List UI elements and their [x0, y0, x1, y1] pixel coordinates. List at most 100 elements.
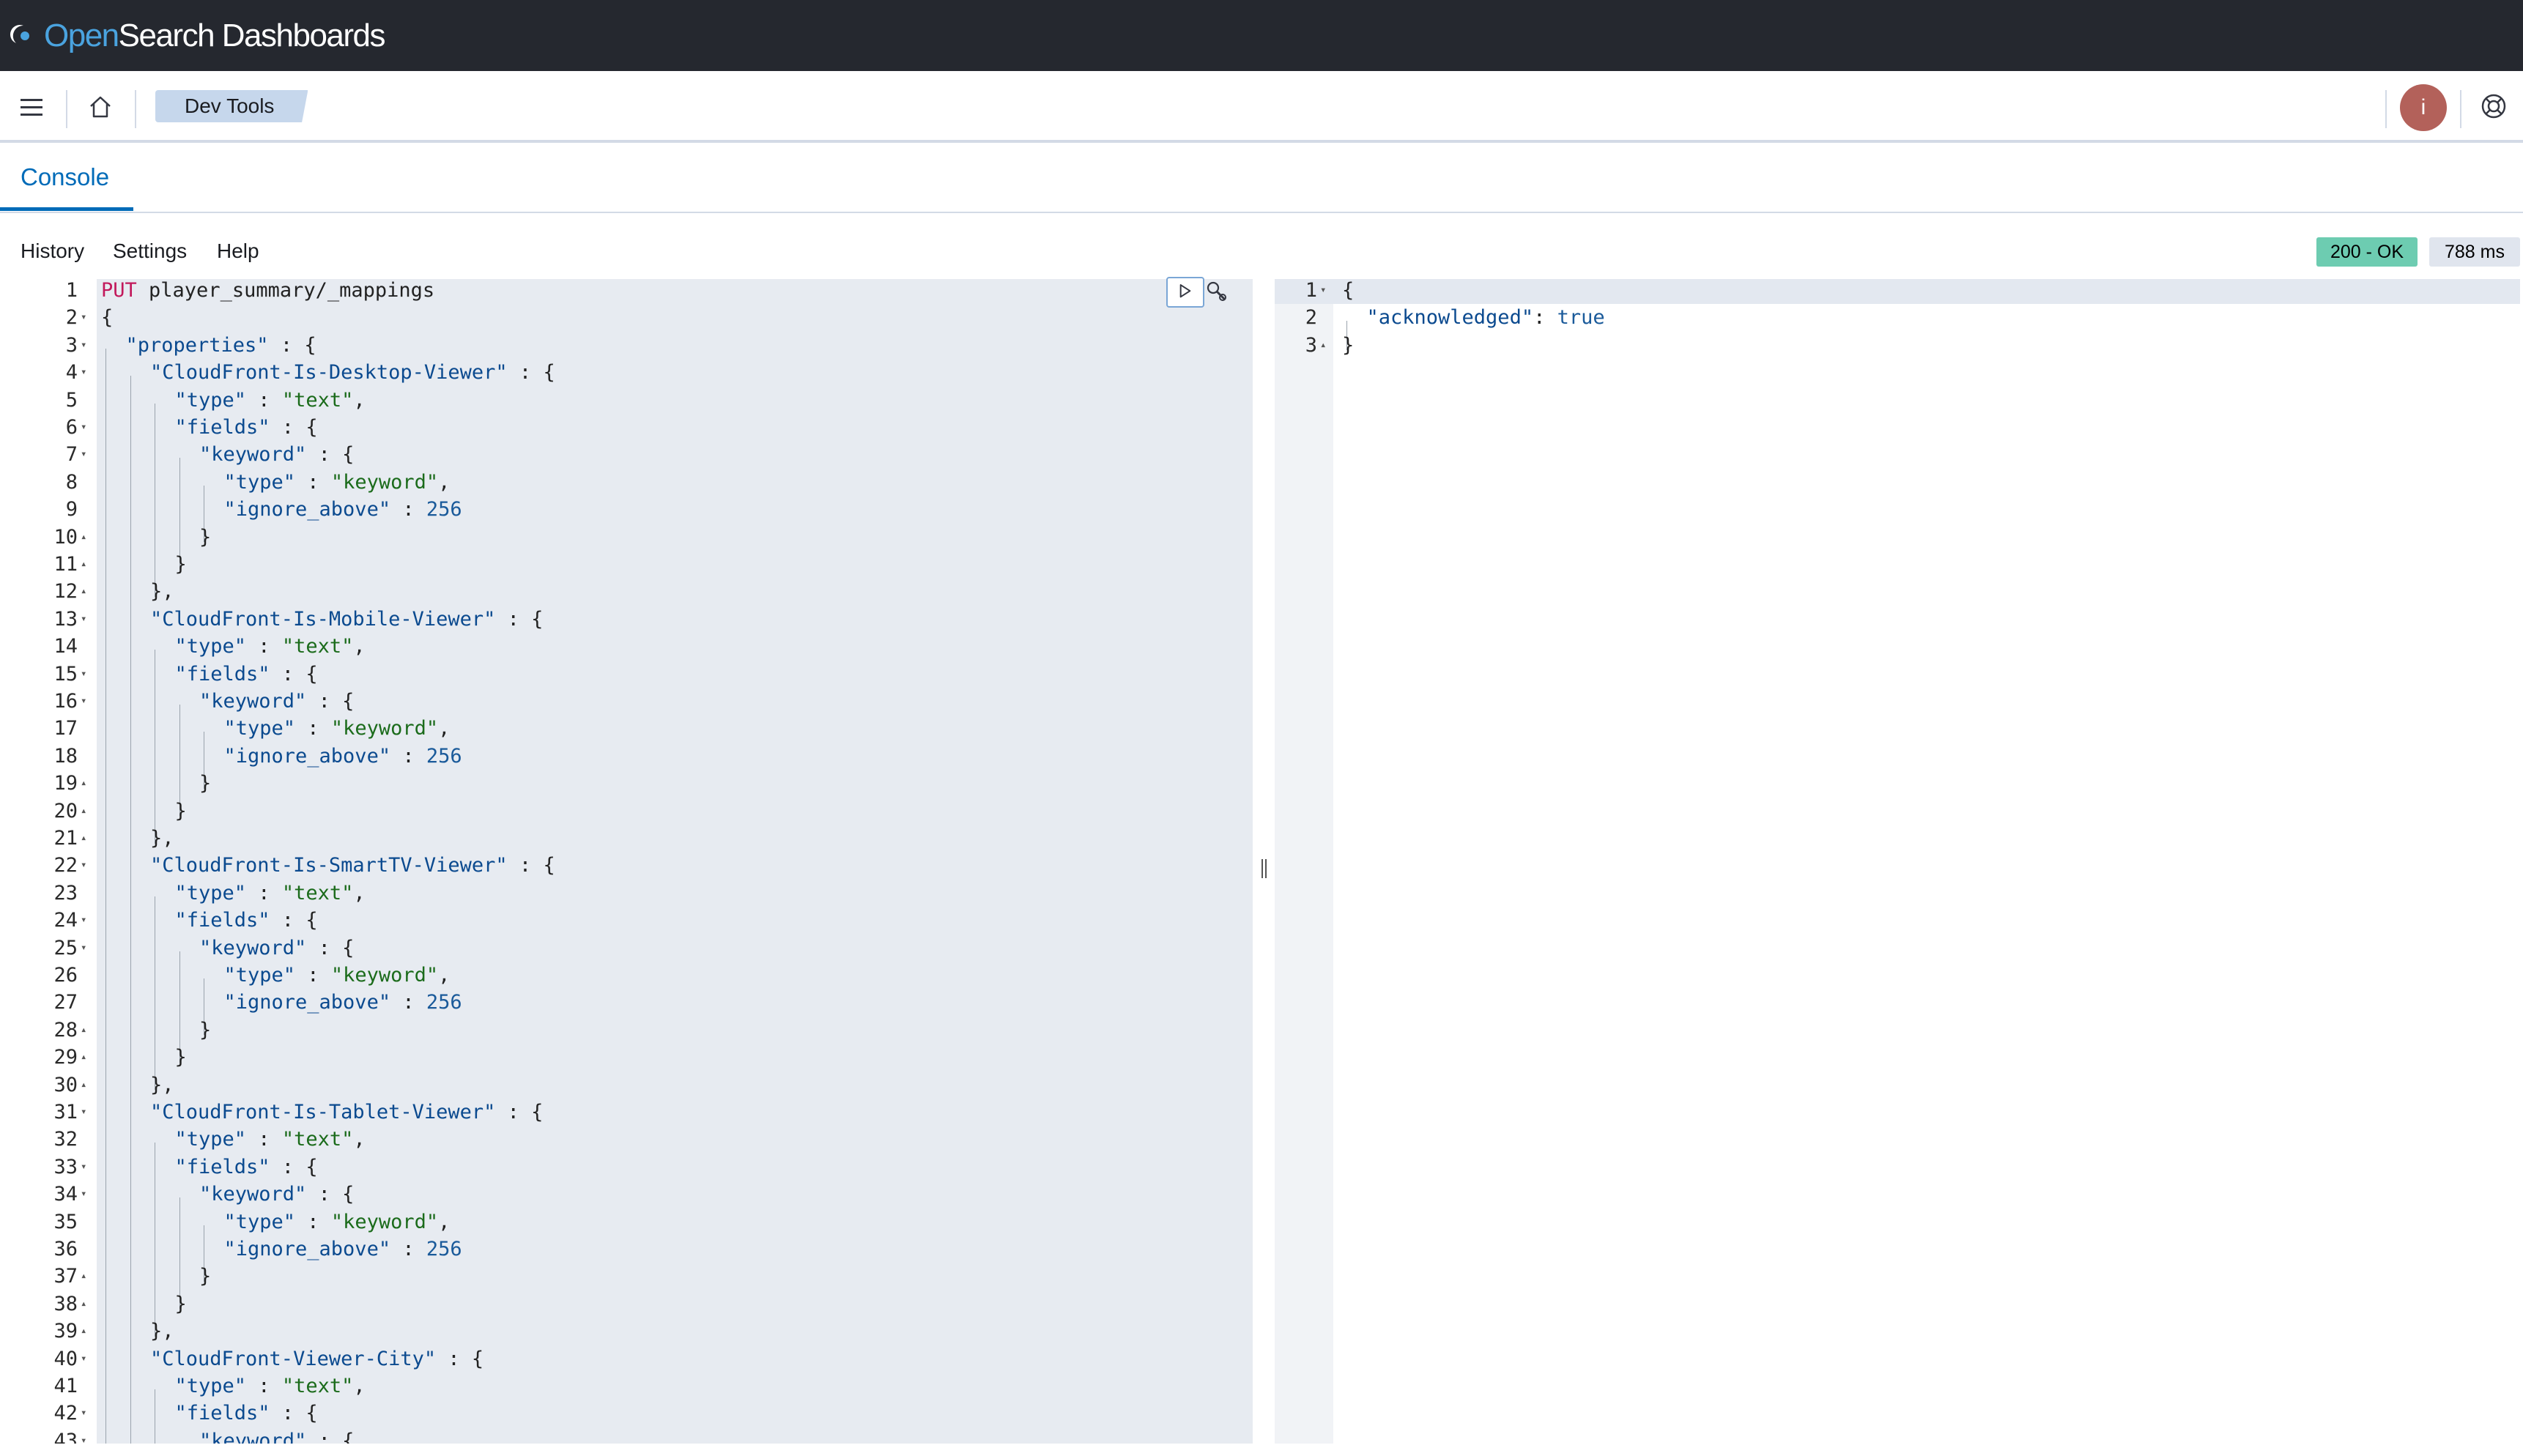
fold-toggle-icon[interactable]: ▾ [81, 414, 91, 441]
fold-toggle-icon[interactable]: ▾ [81, 852, 91, 879]
code-text: } [105, 799, 187, 844]
code-text: "properties" : { [105, 333, 316, 378]
code-text: "type" : "text", [105, 1375, 366, 1419]
line-number: 24 [53, 909, 78, 932]
fold-toggle-icon[interactable]: ▾ [81, 688, 91, 715]
pane-resizer[interactable] [1253, 279, 1275, 1444]
code-text: } [1342, 333, 1355, 357]
code-text: } [105, 772, 212, 817]
response-output[interactable]: 1 ▾{2 "acknowledged": true 3 ▴} [1275, 279, 2520, 1444]
send-request-button[interactable] [1166, 277, 1204, 308]
code-line: 3 ▴} [1275, 332, 2520, 359]
code-line: 35 "type" : "keyword", [10, 1208, 1253, 1255]
line-number: 16 [53, 690, 78, 713]
line-number: 18 [53, 744, 78, 768]
fold-toggle-icon[interactable]: ▴ [81, 1071, 91, 1099]
fold-toggle-icon[interactable]: ▴ [81, 1017, 91, 1044]
code-line: 8 "type" : "keyword", [10, 469, 1253, 515]
hamburger-menu-icon[interactable] [13, 89, 50, 125]
fold-toggle-icon[interactable]: ▴ [81, 524, 91, 551]
code-line: 38 ▴} [10, 1290, 1253, 1337]
code-text: }, [105, 1320, 174, 1364]
request-editor[interactable]: 1 PUT player_summary/_mappings 2 ▾{3 ▾ "prope… [10, 279, 1253, 1444]
code-text: "ignore_above" : 256 [105, 991, 462, 1036]
fold-toggle-icon[interactable]: ▴ [81, 1318, 91, 1345]
wrench-settings-icon[interactable] [1203, 279, 1231, 305]
fold-toggle-icon[interactable]: ▾ [81, 1099, 91, 1126]
fold-toggle-icon[interactable]: ▴ [81, 770, 91, 797]
code-line: 30 ▴}, [10, 1071, 1253, 1118]
code-line: 39 ▴}, [10, 1318, 1253, 1364]
request-time-badge: 788 ms [2429, 237, 2520, 267]
code-text: "type" : "text", [105, 635, 366, 680]
fold-toggle-icon[interactable]: ▾ [81, 304, 91, 331]
user-avatar[interactable]: i [2400, 84, 2447, 131]
code-line: 27 "ignore_above" : 256 [10, 989, 1253, 1036]
line-number: 21 [53, 827, 78, 850]
code-text: { [101, 306, 114, 330]
fold-toggle-icon[interactable]: ▴ [81, 798, 91, 825]
code-text: { [1342, 279, 1355, 302]
fold-toggle-icon[interactable]: ▾ [81, 1400, 91, 1427]
help-lifebuoy-icon[interactable] [2478, 90, 2510, 122]
breadcrumb-dev-tools[interactable]: Dev Tools [155, 90, 308, 122]
fold-toggle-icon[interactable]: ▾ [81, 606, 91, 633]
code-text: "fields" : { [105, 1155, 318, 1200]
fold-toggle-icon[interactable]: ▾ [81, 661, 91, 688]
line-number: 14 [53, 635, 78, 658]
fold-toggle-icon[interactable]: ▾ [1320, 279, 1330, 304]
code-text: } [105, 1265, 212, 1310]
play-icon [1179, 284, 1191, 298]
tab-console[interactable]: Console [21, 163, 109, 191]
code-text: "keyword" : { [105, 1183, 355, 1227]
fold-toggle-icon[interactable]: ▴ [81, 551, 91, 578]
code-text: "type" : "keyword", [105, 470, 451, 515]
fold-toggle-icon[interactable]: ▴ [81, 1290, 91, 1318]
code-line: 41 "type" : "text", [10, 1373, 1253, 1419]
fold-toggle-icon[interactable]: ▾ [81, 907, 91, 934]
fold-toggle-icon[interactable]: ▴ [1320, 332, 1330, 359]
line-number: 1 [65, 279, 78, 302]
help-link[interactable]: Help [217, 239, 259, 263]
fold-toggle-icon[interactable]: ▾ [81, 1154, 91, 1181]
fold-toggle-icon[interactable]: ▾ [81, 1427, 91, 1444]
code-line: 22 ▾ "CloudFront-Is-SmartTV-Viewer" : { [10, 852, 1253, 899]
line-number: 4 [65, 361, 78, 385]
line-number: 31 [53, 1101, 78, 1123]
code-line: 7 ▾ "keyword" : { [10, 441, 1253, 488]
code-text: "ignore_above" : 256 [105, 498, 462, 543]
code-text: "keyword" : { [105, 936, 355, 981]
code-line: 28 ▴} [10, 1017, 1253, 1063]
line-number: 37 [53, 1265, 78, 1288]
code-line: 6 ▾ "fields" : { [10, 414, 1253, 460]
status-code-badge: 200 - OK [2316, 237, 2418, 267]
fold-toggle-icon[interactable]: ▴ [81, 1044, 91, 1071]
code-text: "ignore_above" : 256 [105, 744, 462, 789]
fold-toggle-icon[interactable]: ▴ [81, 1263, 91, 1290]
line-number: 22 [53, 854, 78, 877]
settings-link[interactable]: Settings [113, 239, 187, 263]
code-text: } [105, 553, 187, 597]
fold-toggle-icon[interactable]: ▾ [81, 935, 91, 962]
code-text: "acknowledged": true [1346, 306, 1605, 351]
code-text: "type" : "keyword", [105, 717, 451, 762]
code-text: }, [105, 1073, 174, 1118]
code-text: "keyword" : { [105, 690, 355, 734]
fold-toggle-icon[interactable]: ▴ [81, 825, 91, 852]
line-number: 2 [65, 306, 78, 330]
code-text: "CloudFront-Is-Tablet-Viewer" : { [105, 1101, 544, 1145]
line-number: 19 [53, 772, 78, 795]
opensearch-logo[interactable]: Open Search Dashboards [10, 16, 386, 56]
history-link[interactable]: History [21, 239, 84, 263]
fold-toggle-icon[interactable]: ▾ [81, 1181, 91, 1208]
fold-toggle-icon[interactable]: ▾ [81, 441, 91, 468]
line-number: 2 [1305, 306, 1317, 330]
fold-toggle-icon[interactable]: ▴ [81, 578, 91, 605]
line-number: 3 [65, 333, 78, 357]
resizer-grip [1265, 859, 1267, 878]
fold-toggle-icon[interactable]: ▾ [81, 1345, 91, 1373]
fold-toggle-icon[interactable]: ▾ [81, 332, 91, 359]
home-icon[interactable] [82, 89, 119, 125]
line-number: 27 [53, 991, 78, 1014]
fold-toggle-icon[interactable]: ▾ [81, 359, 91, 386]
